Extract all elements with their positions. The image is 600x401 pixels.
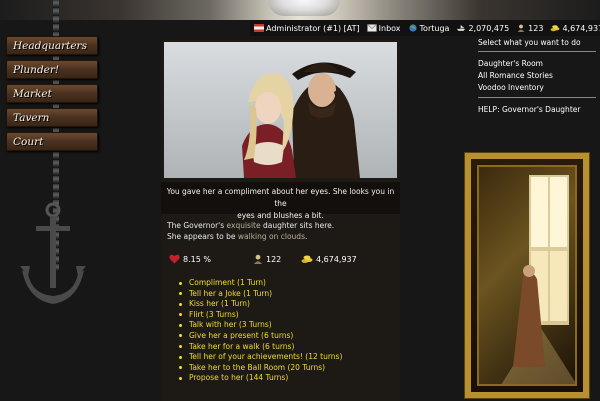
action-talk[interactable]: Talk with her (3 Turns) — [179, 320, 342, 331]
nav-tavern[interactable]: Tavern — [6, 108, 98, 127]
location-status[interactable]: Tortuga — [408, 24, 449, 33]
divider — [478, 97, 596, 98]
romance-portrait — [164, 42, 397, 178]
gold-coins-icon — [301, 255, 313, 263]
action-walk[interactable]: Take her for a walk (6 turns) — [179, 342, 342, 353]
romance-actions: Compliment (1 Turn) Tell her a Joke (1 T… — [179, 278, 342, 384]
main-panel: You gave her a compliment about her eyes… — [161, 40, 400, 401]
mood-state: walking on clouds — [237, 232, 305, 241]
action-ball-room[interactable]: Take her to the Ball Room (20 Turns) — [179, 363, 342, 374]
link-help[interactable]: HELP: Governor's Daughter — [478, 104, 596, 116]
crew-icon — [517, 24, 525, 32]
envelope-icon — [366, 24, 377, 32]
painting-canvas — [477, 165, 577, 386]
anchor-icon — [20, 202, 86, 304]
user-status[interactable]: Administrator (#1) [AT] — [254, 24, 360, 33]
romance-stats: 8.15 % 122 4,674,937 — [169, 252, 397, 266]
globe-icon — [408, 24, 417, 32]
window-scene-illustration — [501, 175, 575, 384]
love-stat: 8.15 % — [169, 254, 253, 264]
link-daughters-room[interactable]: Daughter's Room — [478, 58, 596, 70]
pirates-count: 2,070,475 — [456, 24, 509, 33]
nav-market[interactable]: Market — [6, 84, 98, 103]
inbox-link[interactable]: Inbox — [366, 24, 401, 33]
action-present[interactable]: Give her a present (6 turns) — [179, 331, 342, 342]
action-compliment[interactable]: Compliment (1 Turn) — [179, 278, 342, 289]
sidebar-nav: Headquarters Plunder! Market Tavern Cour… — [6, 36, 98, 156]
daughter-description: The Governor's exquisite daughter sits h… — [167, 221, 335, 241]
action-joke[interactable]: Tell her a Joke (1 Turn) — [179, 289, 342, 300]
action-kiss[interactable]: Kiss her (1 Turn) — [179, 299, 342, 310]
framed-painting — [464, 152, 590, 399]
sidebar-title: Select what you want to do — [478, 38, 581, 47]
link-voodoo-inventory[interactable]: Voodoo Inventory — [478, 82, 596, 94]
divider — [478, 51, 596, 52]
status-bar: Administrator (#1) [AT] Inbox Tortuga 2,… — [250, 20, 600, 36]
event-caption: You gave her a compliment about her eyes… — [161, 182, 400, 220]
action-achievements[interactable]: Tell her of your achievements! (12 turns… — [179, 352, 342, 363]
crossed-swords-emblem — [268, 0, 340, 16]
crew-count: 123 — [516, 24, 543, 33]
flag-icon — [254, 24, 264, 32]
action-flirt[interactable]: Flirt (3 Turns) — [179, 310, 342, 321]
mood-adjective: exquisite — [226, 221, 261, 230]
link-all-romance-stories[interactable]: All Romance Stories — [478, 70, 596, 82]
crew-stat: 122 — [253, 254, 301, 264]
ship-icon — [457, 24, 466, 31]
crew-icon — [254, 254, 262, 264]
right-sidebar: Select what you want to do Daughter's Ro… — [478, 38, 596, 116]
couple-illustration — [164, 42, 397, 178]
gold-coins-icon — [551, 25, 560, 32]
nav-headquarters[interactable]: Headquarters — [6, 36, 98, 55]
nav-plunder[interactable]: Plunder! — [6, 60, 98, 79]
gold-stat: 4,674,937 — [301, 254, 357, 264]
action-propose[interactable]: Propose to her (144 Turns) — [179, 373, 342, 384]
top-banner — [0, 0, 600, 20]
nav-court[interactable]: Court — [6, 132, 98, 151]
heart-icon — [169, 254, 180, 264]
gold-count: 4,674,937 — [550, 24, 600, 33]
